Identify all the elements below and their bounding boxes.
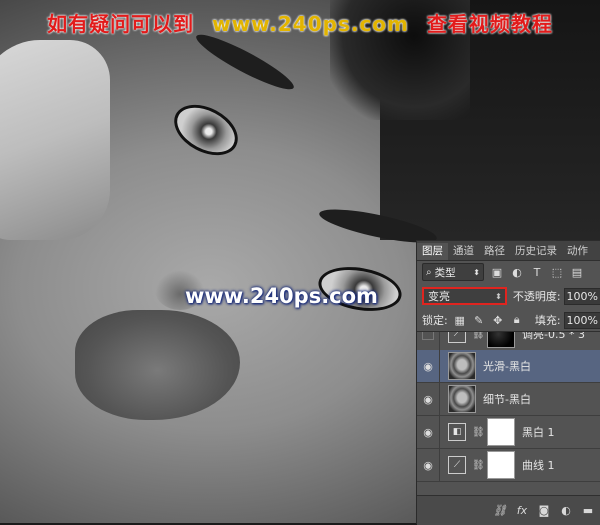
tab-channels[interactable]: 通道 [448, 243, 479, 260]
lock-paint-icon[interactable]: ✎ [472, 313, 486, 327]
photo-lips [75, 310, 240, 420]
curves-adjustment-icon: ⟋ [448, 456, 466, 474]
layer-filter-row: ⌕ 类型 ⬍ ▣ ◐ T ⬚ ▤ [417, 261, 600, 283]
visibility-toggle[interactable]: ◉ [417, 416, 440, 448]
opacity-label: 不透明度: [512, 290, 561, 303]
chevron-down-icon: ⬍ [473, 267, 480, 277]
lock-row: 锁定: ▦ ✎ ✥ 🔒︎ 填充: 100% [417, 310, 600, 330]
chevron-down-icon: ⬍ [495, 291, 502, 301]
filter-adjustment-icon[interactable]: ◐ [510, 265, 524, 279]
new-adjustment-icon[interactable]: ◐ [557, 502, 575, 520]
tab-history[interactable]: 历史记录 [510, 243, 562, 260]
panel-footer: ⛓ fx ◙ ◐ ▬ [417, 495, 600, 525]
fill-input[interactable]: 100% [563, 311, 600, 329]
layer-row[interactable]: ⟋ ⛓ 调亮-0.5 * 3 [417, 331, 600, 351]
photo-eyebrow-left [191, 27, 299, 97]
opacity-input[interactable]: 100% [563, 287, 600, 305]
lock-position-icon[interactable]: ✥ [491, 313, 505, 327]
search-icon: ⌕ [426, 266, 432, 278]
photo-eye-left [165, 94, 247, 166]
layer-mask-thumbnail[interactable] [487, 418, 515, 446]
banner-suffix: 查看视频教程 [426, 12, 553, 36]
eye-icon: ◉ [423, 425, 433, 439]
tab-layers[interactable]: 图层 [417, 243, 448, 260]
banner-prefix: 如有疑问可以到 [47, 12, 195, 36]
eye-icon: ◉ [423, 458, 433, 472]
layer-thumbnail[interactable] [448, 352, 476, 380]
eye-icon: ◉ [423, 392, 433, 406]
new-group-folder-icon[interactable]: ▬ [579, 502, 597, 520]
layer-row[interactable]: ◉ ⟋ ⛓ 曲线 1 [417, 449, 600, 482]
curves-adjustment-icon: ⟋ [448, 332, 466, 343]
layer-name: 曲线 1 [522, 459, 555, 472]
link-icon: ⛓ [472, 459, 485, 471]
layers-panel: 图层 通道 路径 历史记录 动作 ⌕ 类型 ⬍ ▣ ◐ T ⬚ ▤ 变亮 ⬍ 不… [416, 240, 600, 525]
layer-thumbnail[interactable] [448, 385, 476, 413]
layer-mask-thumbnail[interactable] [487, 332, 515, 348]
link-layers-icon[interactable]: ⛓ [491, 502, 509, 520]
visibility-toggle[interactable]: ◉ [417, 383, 440, 415]
layer-row[interactable]: ◉ 细节-黑白 [417, 383, 600, 416]
photo-hand [0, 40, 110, 240]
filter-shape-icon[interactable]: ⬚ [550, 265, 564, 279]
lock-all-icon[interactable]: 🔒︎ [510, 313, 524, 327]
layer-name: 黑白 1 [522, 426, 555, 439]
hidden-icon [422, 332, 434, 340]
blend-row: 变亮 ⬍ 不透明度: 100% [417, 284, 600, 308]
layer-name: 光滑-黑白 [483, 360, 531, 373]
black-white-adjustment-icon: ◧ [448, 423, 466, 441]
tab-actions[interactable]: 动作 [562, 243, 593, 260]
visibility-toggle[interactable]: ◉ [417, 449, 440, 481]
filter-type-icon[interactable]: T [530, 265, 544, 279]
layer-name: 调亮-0.5 * 3 [522, 331, 585, 341]
eye-icon: ◉ [423, 359, 433, 373]
panel-tabs: 图层 通道 路径 历史记录 动作 [417, 241, 600, 261]
tab-paths[interactable]: 路径 [479, 243, 510, 260]
layer-row[interactable]: ◉ ◧ ⛓ 黑白 1 [417, 416, 600, 449]
layer-name: 细节-黑白 [483, 393, 531, 406]
filter-smart-object-icon[interactable]: ▤ [570, 265, 584, 279]
layer-mask-thumbnail[interactable] [487, 451, 515, 479]
filter-kind-select[interactable]: ⌕ 类型 ⬍ [422, 263, 484, 281]
fill-label: 填充: [534, 314, 561, 327]
lock-transparent-icon[interactable]: ▦ [453, 313, 467, 327]
banner-url: www.240ps.com [212, 12, 409, 36]
link-icon: ⛓ [472, 426, 485, 438]
visibility-toggle[interactable] [417, 332, 440, 350]
filter-pixel-icon[interactable]: ▣ [490, 265, 504, 279]
layer-row[interactable]: ◉ 光滑-黑白 [417, 350, 600, 383]
layer-list: ⟋ ⛓ 调亮-0.5 * 3 ◉ 光滑-黑白 ◉ 细节-黑白 ◉ ◧ ⛓ 黑白 … [417, 331, 600, 495]
blend-mode-value: 变亮 [428, 290, 450, 303]
blend-mode-select[interactable]: 变亮 ⬍ [422, 287, 507, 305]
link-icon: ⛓ [472, 331, 485, 340]
fx-icon[interactable]: fx [513, 502, 531, 520]
visibility-toggle[interactable]: ◉ [417, 350, 440, 382]
tutorial-banner: 如有疑问可以到 www.240ps.com 查看视频教程 [0, 8, 600, 37]
lock-label: 锁定: [422, 314, 448, 327]
watermark-url: www.240ps.com [185, 284, 378, 308]
add-mask-icon[interactable]: ◙ [535, 502, 553, 520]
filter-kind-label: 类型 [434, 266, 456, 279]
